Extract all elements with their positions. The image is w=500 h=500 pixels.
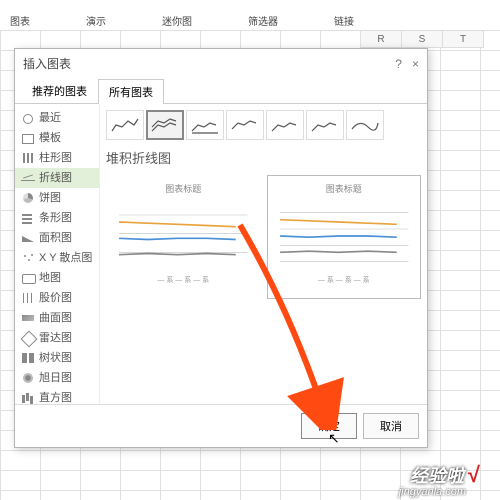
stock-icon [21,292,35,304]
watermark: 经验啦 √ [410,462,480,488]
subtype-option-5[interactable] [306,110,344,140]
sidebar-item-label: 股价图 [39,291,72,305]
sidebar-item-label: 饼图 [39,191,61,205]
sidebar-item-tree[interactable]: 树状图 [15,348,99,368]
preview-legend: — 系 — 系 — 系 [318,275,370,285]
sidebar-item-label: X Y 散点图 [39,251,92,265]
sidebar-item-label: 直方图 [39,391,72,404]
ribbon-group-spark: 迷你图 [154,11,200,30]
column-headers: R S T [361,30,484,48]
sidebar-item-hist[interactable]: 直方图 [15,388,99,404]
preview-title: 图表标题 [165,182,201,195]
sidebar-item-label: 折线图 [39,171,72,185]
sidebar-item-line[interactable]: 折线图 [15,168,99,188]
sidebar-item-label: 地图 [39,271,61,285]
col-header[interactable]: R [361,30,402,48]
line-chart-icon [274,201,415,271]
template-icon [21,132,35,144]
chart-preview-1[interactable]: 图表标题 — 系 — 系 — 系 [106,175,261,299]
dialog-title: 插入图表 [23,55,71,72]
sidebar-item-label: 面积图 [39,231,72,245]
sidebar-item-label: 最近 [39,111,61,125]
ribbon-group-present: 演示 [78,11,114,30]
tab-recommended[interactable]: 推荐的图表 [21,78,98,103]
pie-icon [21,192,35,204]
ok-button[interactable]: 确定 [301,413,357,439]
sidebar-item-map[interactable]: 地图 [15,268,99,288]
subtype-option-3[interactable] [226,110,264,140]
sidebar-item-stock[interactable]: 股价图 [15,288,99,308]
dialog-titlebar: 插入图表 ? × [15,49,427,78]
check-icon: √ [468,462,480,488]
line-icon [21,172,35,184]
tree-icon [21,352,35,364]
help-icon[interactable]: ? [395,57,402,71]
sidebar-item-surface[interactable]: 曲面图 [15,308,99,328]
watermark-url: jingyanla.com [399,486,466,498]
sidebar-item-label: 旭日图 [39,371,72,385]
cancel-button[interactable]: 取消 [363,413,419,439]
sidebar-item-radar[interactable]: 雷达图 [15,328,99,348]
dialog-footer: 确定 取消 [15,404,427,447]
sidebar-item-area[interactable]: 面积图 [15,228,99,248]
sidebar-item-label: 条形图 [39,211,72,225]
sidebar-item-label: 雷达图 [39,331,72,345]
preview-title: 图表标题 [326,182,362,195]
chart-subtype-title: 堆积折线图 [106,148,421,167]
sidebar-item-sun[interactable]: 旭日图 [15,368,99,388]
subtype-option-1[interactable] [146,110,184,140]
barh-icon [21,212,35,224]
watermark-brand: 经验啦 [410,462,464,488]
sidebar-item-label: 树状图 [39,351,72,365]
sidebar-item-label: 曲面图 [39,311,72,325]
hist-icon [21,392,35,404]
sidebar-item-label: 模板 [39,131,61,145]
tab-all-charts[interactable]: 所有图表 [98,79,164,104]
sun-icon [21,372,35,384]
ribbon-group-link: 链接 [326,11,362,30]
subtype-option-0[interactable] [106,110,144,140]
close-icon[interactable]: × [412,57,419,71]
sidebar-item-template[interactable]: 模板 [15,128,99,148]
dialog-tabs: 推荐的图表 所有图表 [15,78,427,104]
preview-legend: — 系 — 系 — 系 [157,275,209,285]
sidebar-item-xy[interactable]: X Y 散点图 [15,248,99,268]
map-icon [21,272,35,284]
area-icon [21,232,35,244]
chart-preview-2[interactable]: 图表标题 — 系 — 系 — 系 [267,175,422,299]
sidebar-item-barh[interactable]: 条形图 [15,208,99,228]
xy-icon [21,252,35,264]
col-header[interactable]: T [443,30,484,48]
chart-detail-pane: 堆积折线图 图表标题 — 系 — 系 — 系 图表标题 [100,104,427,404]
sidebar-item-label: 柱形图 [39,151,72,165]
ribbon-group-chart: 图表 [2,11,38,30]
ribbon: 图表 演示 迷你图 筛选器 链接 [0,0,500,31]
radar-icon [21,332,35,344]
sidebar-item-recent[interactable]: 最近 [15,108,99,128]
subtype-option-4[interactable] [266,110,304,140]
insert-chart-dialog: 插入图表 ? × 推荐的图表 所有图表 最近模板柱形图折线图饼图条形图面积图 X … [14,48,428,448]
subtype-option-6[interactable] [346,110,384,140]
subtype-option-2[interactable] [186,110,224,140]
sidebar-item-bar[interactable]: 柱形图 [15,148,99,168]
surface-icon [21,312,35,324]
chart-type-list[interactable]: 最近模板柱形图折线图饼图条形图面积图 X Y 散点图地图股价图曲面图雷达图树状图旭… [15,104,100,404]
col-header[interactable]: S [402,30,443,48]
sidebar-item-pie[interactable]: 饼图 [15,188,99,208]
ribbon-group-filter: 筛选器 [240,11,286,30]
line-chart-icon [113,201,254,271]
chart-subtype-row [106,110,421,140]
bar-icon [21,152,35,164]
recent-icon [21,112,35,124]
